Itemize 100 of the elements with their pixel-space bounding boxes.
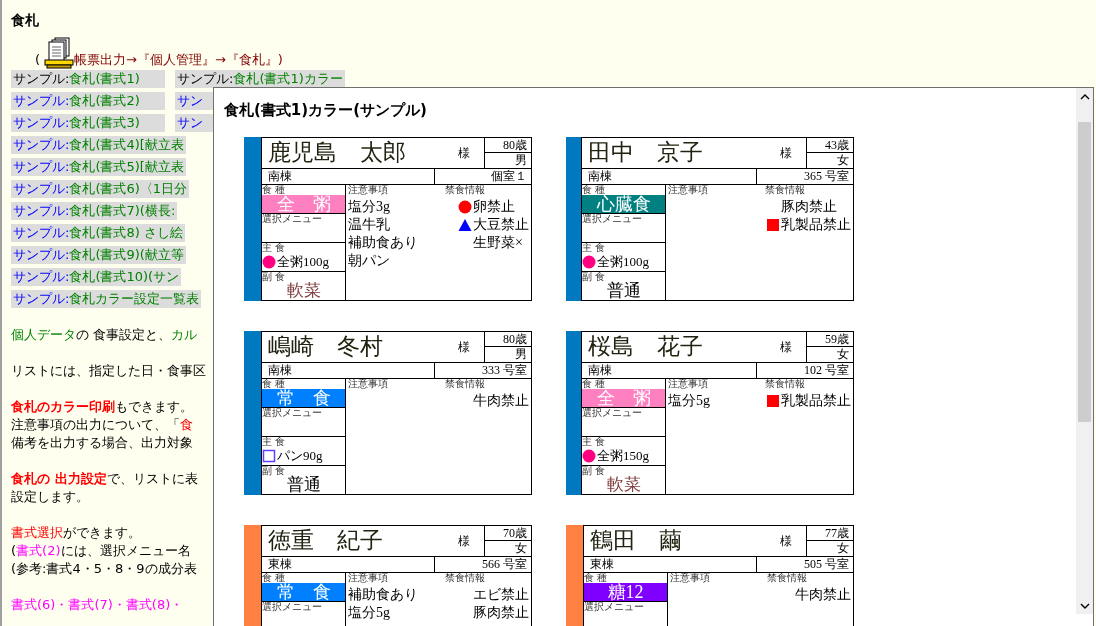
patient-name: 田中 京子 [587,139,704,167]
allergy-text: 牛肉禁止 [795,586,851,604]
side-dish: 軟菜 [605,476,642,494]
sample-link[interactable]: サンプル:食札(書式6)〈1日分 [11,180,190,198]
patient-name: 桜島 花子 [587,333,704,361]
field-label: 禁食情報 [767,573,807,583]
note-text: 補助食あり [348,234,419,252]
age-cell: 70歳 [485,526,531,541]
link[interactable]: 個人データ [11,327,76,342]
page-heading: 食札 [11,11,40,29]
parenthesis: ( [35,51,41,69]
note-text: 塩分3g [348,198,391,216]
honorific: 様 [780,145,793,162]
sex-cell-text: 女 [836,541,850,556]
ward-cell: 南棟 [262,363,435,378]
age-cell: 80歳 [485,332,531,347]
age-cell: 80歳 [485,138,531,153]
room-cell-text: 505 号室 [803,557,850,572]
honorific: 様 [458,339,471,356]
text-line: 書式選択ができます。 [11,524,141,542]
field-label: 主 食 [262,437,287,447]
sample-link[interactable]: サンプル:食札(書式9)(献立等 [11,246,186,264]
field-label: 選択メニュー [584,602,645,612]
staple-food: 全粥150g [597,447,649,465]
text-line: (書式(2)には、選択メニュー名 [11,542,191,560]
allergy-text: 豚肉禁止 [473,604,529,622]
sample-link[interactable]: サンプル:食札(書式1) [11,70,165,88]
text-line: 注意事項の出力について、「食 [11,416,193,434]
diet-type: 全 粥 [262,195,345,213]
field-label: 注意事項 [668,185,709,195]
field-label: 副 食 [582,272,607,282]
sample-link[interactable]: サンプル:食札(書式5)[献立表 [11,158,186,176]
link[interactable]: カル [171,327,198,342]
field-label: 注意事項 [348,379,389,389]
text-line: 個人データの 食事設定と、カル [11,326,198,344]
field-label: 選択メニュー [262,214,323,224]
field-label: 主 食 [582,437,607,447]
patient-name: 鶴田 繭 [589,527,683,555]
patient-name: 鹿児島 太郎 [267,139,407,167]
side-dish: 普通 [605,282,642,300]
diet-type: 常 食 [262,389,345,407]
staple-food: パン90g [277,447,323,465]
field-label: 禁食情報 [445,185,485,195]
field-label: 食 種 [262,379,286,389]
allergy-text: 生野菜× [473,234,523,252]
scroll-thumb[interactable] [1078,122,1091,422]
field-label: 食 種 [262,185,286,195]
document-tray-icon [44,37,75,69]
sample-link[interactable]: サンプル:食札(書式8) さし絵 [11,224,185,242]
field-label: 選択メニュー [262,408,323,418]
field-label: 副 食 [262,272,287,282]
age-cell: 43歳 [807,138,853,153]
text-line: 食札のカラー印刷もできます。 [11,398,193,416]
sample-link[interactable]: サンプル:食札(書式4)[献立表 [11,136,186,154]
text-line: 食札の 出力設定で、リストに表 [11,470,198,488]
honorific: 様 [780,533,793,550]
room-cell-text: 365 号室 [803,169,850,184]
field-label: 禁食情報 [765,379,805,389]
allergy-text: エビ禁止 [473,586,529,604]
sample-link[interactable]: サンプル:食札(書式3) [11,114,165,132]
text-line: 備考を出力する場合、出力対象 [11,434,193,452]
field-label: 注意事項 [348,573,389,583]
ward-cell: 南棟 [262,169,435,184]
field-label: 選択メニュー [582,214,643,224]
diet-type: 心臓食 [582,195,665,213]
side-dish: 普通 [285,476,322,494]
sample-link[interactable]: サンプル:食札(書式2) [11,92,165,110]
menu-path: 帳票出力→『個人管理』→『食札』) [74,51,283,69]
sample-link[interactable]: サンプル:食札(書式1)カラー [175,70,345,88]
note-text: 補助食あり [348,586,419,604]
diet-type: 糖12 [584,583,667,601]
field-label: 禁食情報 [445,573,485,583]
field-label: 副 食 [262,466,287,476]
honorific: 様 [458,145,471,162]
ward-cell: 南棟 [582,363,757,378]
ward-cell: 東棟 [584,557,757,572]
ward-cell: 南棟 [582,169,757,184]
popup-title: 食札(書式1)カラー(サンプル) [224,100,428,120]
field-label: 注意事項 [668,379,709,389]
sex-cell-text: 男 [514,347,528,362]
sex-cell-text: 女 [836,153,850,168]
room-cell-text: 個室１ [490,169,528,184]
allergy-text: 乳製品禁止 [781,392,851,410]
room-cell-text: 333 号室 [481,363,528,378]
caret-up-icon [1079,93,1090,100]
room-cell-text: 102 号室 [803,363,850,378]
honorific: 様 [780,339,793,356]
allergy-text: 卵禁止 [473,198,515,216]
caret-down-icon [1079,602,1090,609]
sex-cell-text: 女 [514,541,528,556]
allergy-text: 乳製品禁止 [781,216,851,234]
sample-link[interactable]: サンプル:食札(書式10)(サン [11,268,182,286]
patient-name: 徳重 紀子 [267,527,384,555]
field-label: 食 種 [262,573,286,583]
field-label: 主 食 [262,243,287,253]
field-label: 食 種 [584,573,608,583]
field-label: 禁食情報 [765,185,805,195]
sample-link[interactable]: サンプル:食札(書式7)(横長: [11,202,178,220]
sample-link[interactable]: サンプル:食札カラー設定一覧表 [11,290,202,308]
note-text: 塩分5g [668,392,711,410]
